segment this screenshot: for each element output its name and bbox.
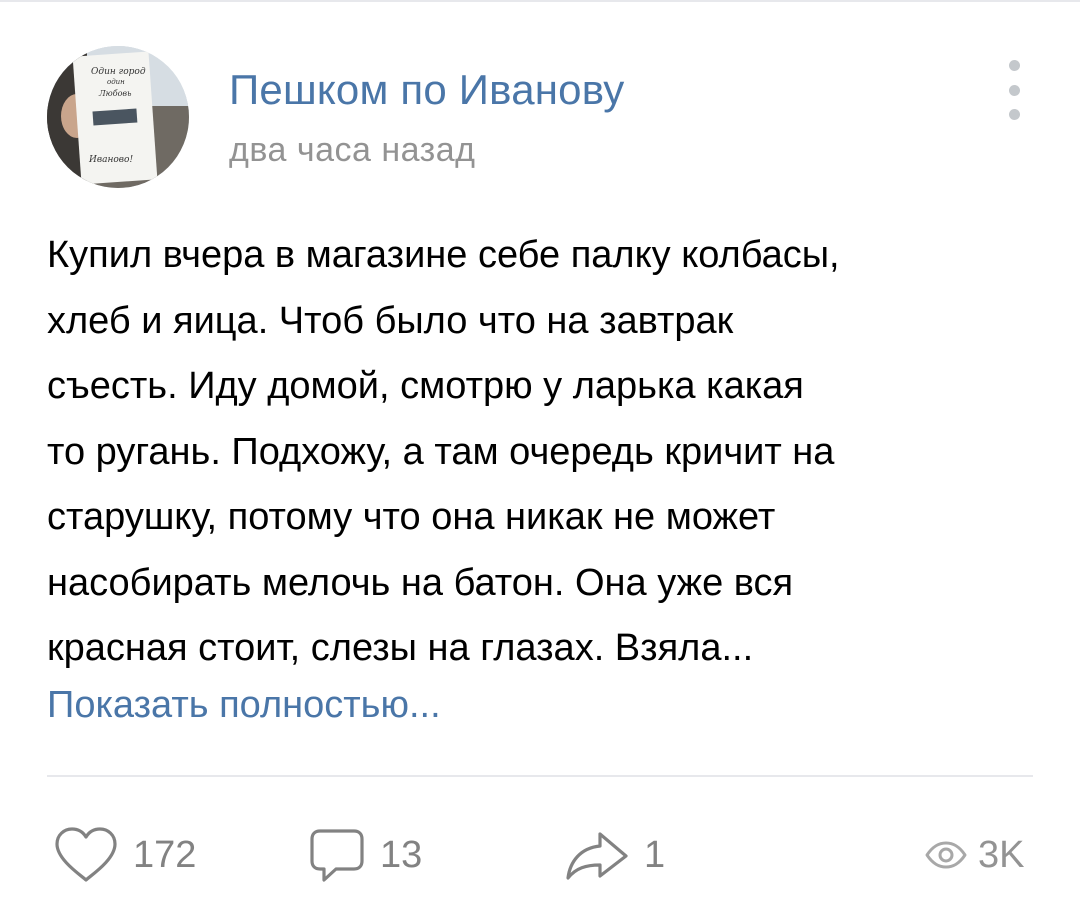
comment-icon [310, 829, 364, 882]
likes-count: 172 [133, 833, 197, 876]
post-text: Купил вчера в магазине себе палку колбас… [47, 223, 1047, 682]
share-button[interactable]: 1 [564, 823, 665, 887]
post-author-name[interactable]: Пешком по Иванову [229, 66, 625, 114]
avatar-sign-line-3: Любовь [98, 89, 131, 98]
post-text-line: съесть. Иду домой, смотрю у ларька какая [47, 365, 804, 407]
comment-button[interactable]: 13 [308, 823, 422, 887]
avatar-sign-line-2: один [107, 78, 125, 86]
more-vertical-icon [1008, 109, 1020, 120]
share-icon [566, 832, 628, 880]
heart-icon [55, 827, 117, 882]
views-indicator: 3K [924, 823, 1024, 887]
avatar-photo: Один город один Любовь Иваново! [47, 46, 189, 188]
comments-count: 13 [380, 833, 423, 876]
post-text-line: хлеб и яица. Чтоб было что на завтрак [47, 299, 734, 342]
actions-divider [47, 775, 1033, 777]
avatar-sign-line-1: Один город [91, 67, 146, 77]
more-vertical-icon [1008, 84, 1020, 96]
show-more-link[interactable]: Показать полностью... [47, 684, 441, 727]
post-text-line: насобирать мелочь на батон. Она уже вся [47, 561, 794, 604]
post-text-line: красная стоит, слезы на глазах. Взяла... [47, 627, 754, 669]
shares-count: 1 [644, 833, 666, 876]
author-avatar[interactable]: Один город один Любовь Иваново! [47, 46, 189, 188]
post-text-line: то ругань. Подхожу, а там очередь кричит… [47, 430, 835, 473]
avatar-sign-line-4: Иваново! [88, 155, 133, 165]
views-count: 3K [978, 833, 1025, 876]
post-text-line: старушку, потому что она никак не может [47, 496, 776, 538]
more-options-button[interactable] [996, 60, 1032, 120]
more-vertical-icon [1008, 60, 1020, 71]
like-button[interactable]: 172 [53, 823, 196, 887]
eye-icon [925, 841, 967, 869]
post-text-line: Купил вчера в магазине себе палку колбас… [47, 234, 840, 276]
wall-post: Один город один Любовь Иваново! Пешком п… [0, 0, 1080, 917]
post-timestamp: два часа назад [229, 131, 476, 169]
